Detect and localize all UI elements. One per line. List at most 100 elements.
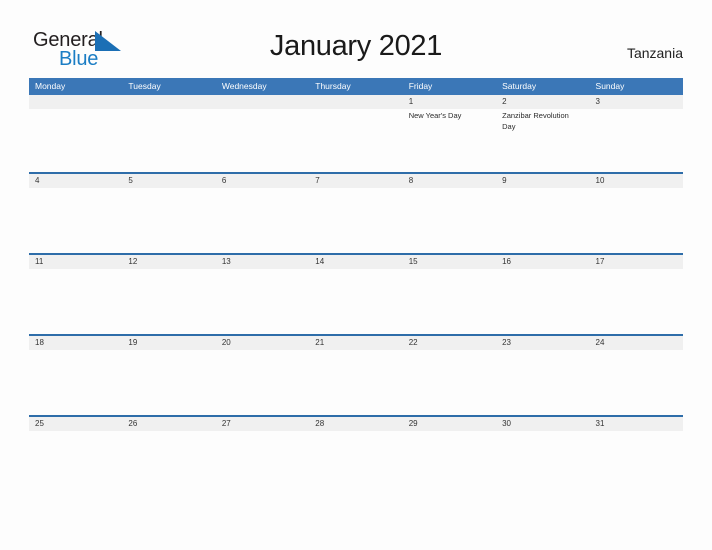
weekday-header-sunday: Sunday [595,81,625,91]
day-cell[interactable] [309,431,402,496]
weekday-header-row: Monday Tuesday Wednesday Thursday Friday… [29,78,683,95]
day-cell[interactable] [309,350,402,415]
day-cell[interactable] [590,109,683,172]
day-cell[interactable] [216,431,309,496]
date-number-strip: 18 19 20 21 22 23 24 [29,336,683,350]
day-number[interactable]: 19 [122,336,215,350]
day-cell[interactable] [29,350,122,415]
day-number[interactable]: 11 [29,255,122,269]
day-number[interactable] [29,95,122,109]
day-cell[interactable] [216,269,309,334]
weekday-header-saturday: Saturday [502,81,537,91]
day-number[interactable]: 23 [496,336,589,350]
day-number[interactable]: 27 [216,417,309,431]
week-row: 18 19 20 21 22 23 24 [29,334,683,415]
day-cell[interactable] [122,350,215,415]
page-title: January 2021 [269,30,443,62]
day-number[interactable] [309,95,402,109]
week-row: 4 5 6 7 8 9 10 [29,172,683,253]
day-body-strip [29,188,683,253]
date-number-strip: 25 26 27 28 29 30 31 [29,417,683,431]
region-label: Tanzania [626,45,683,61]
day-cell[interactable] [122,188,215,253]
day-body-strip [29,350,683,415]
day-number[interactable]: 9 [496,174,589,188]
day-cell[interactable] [590,188,683,253]
day-number[interactable]: 7 [309,174,402,188]
day-cell[interactable] [309,269,402,334]
day-body-strip [29,431,683,496]
day-number[interactable]: 8 [403,174,496,188]
day-number[interactable]: 17 [590,255,683,269]
day-cell[interactable]: Zanzibar Revolution Day [496,109,589,172]
day-number[interactable] [122,95,215,109]
day-number[interactable]: 29 [403,417,496,431]
week-row: 11 12 13 14 15 16 17 [29,253,683,334]
day-body-strip: New Year's Day Zanzibar Revolution Day [29,109,683,172]
day-cell[interactable] [496,431,589,496]
weekday-header-wednesday: Wednesday [221,81,267,91]
day-number[interactable]: 2 [496,95,589,109]
day-cell[interactable] [309,188,402,253]
date-number-strip: 4 5 6 7 8 9 10 [29,174,683,188]
day-number[interactable]: 12 [122,255,215,269]
day-cell[interactable] [29,109,122,172]
event-label: Zanzibar Revolution Day [502,111,569,131]
day-number[interactable]: 4 [29,174,122,188]
day-number[interactable]: 10 [590,174,683,188]
day-cell[interactable] [122,431,215,496]
day-number[interactable]: 16 [496,255,589,269]
day-number[interactable]: 25 [29,417,122,431]
day-cell[interactable] [590,269,683,334]
day-cell[interactable] [309,109,402,172]
day-cell[interactable] [29,188,122,253]
day-body-strip [29,269,683,334]
day-number[interactable]: 15 [403,255,496,269]
date-number-strip: 1 2 3 [29,95,683,109]
day-cell[interactable] [403,188,496,253]
day-cell[interactable] [403,431,496,496]
day-number[interactable]: 28 [309,417,402,431]
event-label: New Year's Day [408,111,462,120]
day-number[interactable]: 6 [216,174,309,188]
day-cell[interactable] [216,109,309,172]
calendar-page: General Blue January 2021 Tanzania Monda… [0,0,712,550]
day-number[interactable]: 3 [590,95,683,109]
day-cell[interactable]: New Year's Day [403,109,496,172]
page-header: General Blue January 2021 Tanzania [0,0,712,78]
day-cell[interactable] [403,350,496,415]
day-cell[interactable] [122,109,215,172]
weekday-header-tuesday: Tuesday [128,81,161,91]
week-row: 1 2 3 New Year's Day Zanzibar Revolution… [29,95,683,172]
day-cell[interactable] [590,431,683,496]
day-number[interactable]: 18 [29,336,122,350]
day-number[interactable]: 24 [590,336,683,350]
day-number[interactable]: 30 [496,417,589,431]
day-number[interactable]: 5 [122,174,215,188]
day-cell[interactable] [590,350,683,415]
calendar-grid: Monday Tuesday Wednesday Thursday Friday… [29,78,683,496]
day-number[interactable]: 13 [216,255,309,269]
day-cell[interactable] [122,269,215,334]
day-cell[interactable] [496,269,589,334]
day-cell[interactable] [403,269,496,334]
weekday-header-thursday: Thursday [315,81,351,91]
day-cell[interactable] [496,350,589,415]
weekday-header-monday: Monday [35,81,66,91]
day-number[interactable]: 21 [309,336,402,350]
day-cell[interactable] [29,431,122,496]
week-row: 25 26 27 28 29 30 31 [29,415,683,496]
day-cell[interactable] [216,350,309,415]
day-number[interactable]: 26 [122,417,215,431]
day-number[interactable]: 20 [216,336,309,350]
day-number[interactable] [216,95,309,109]
day-cell[interactable] [496,188,589,253]
weekday-header-friday: Friday [408,81,433,91]
day-cell[interactable] [216,188,309,253]
date-number-strip: 11 12 13 14 15 16 17 [29,255,683,269]
day-number[interactable]: 14 [309,255,402,269]
day-cell[interactable] [29,269,122,334]
day-number[interactable]: 31 [590,417,683,431]
day-number[interactable]: 1 [403,95,496,109]
day-number[interactable]: 22 [403,336,496,350]
